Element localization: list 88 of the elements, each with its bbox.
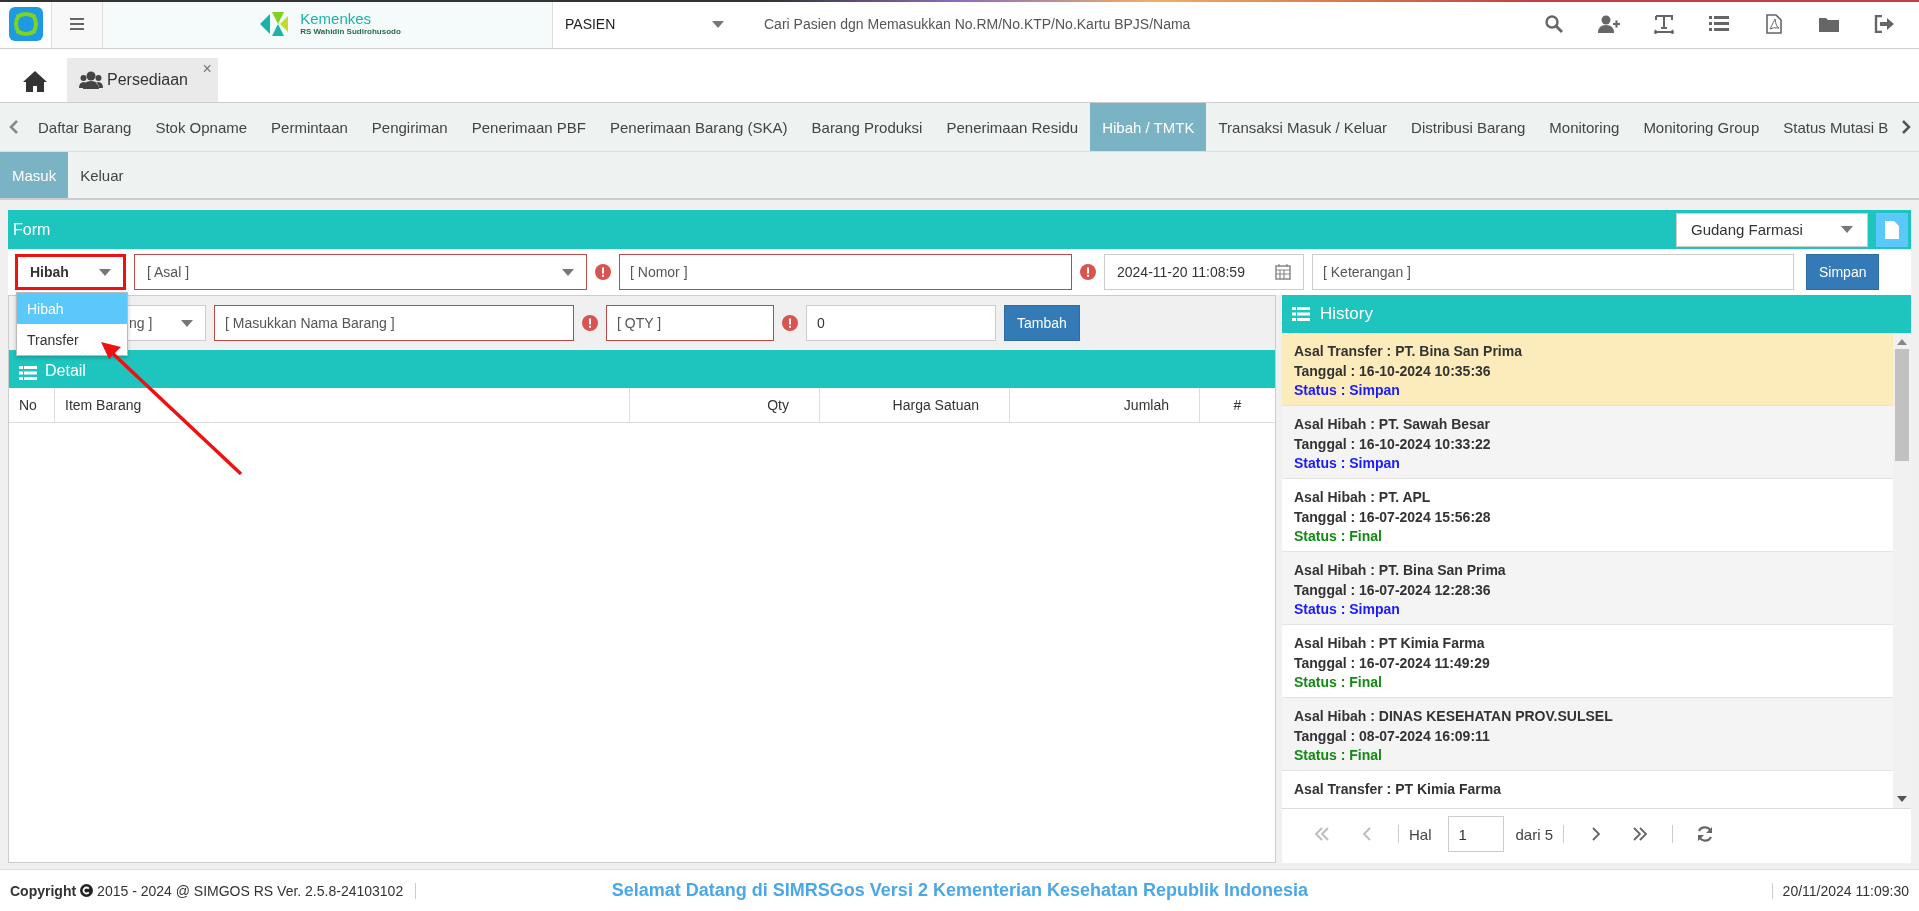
detail-title: Detail <box>45 362 86 380</box>
caret-icon <box>712 20 724 28</box>
type-select[interactable]: Hibah <box>15 254 126 290</box>
history-origin: Asal Hibah : PT. APL <box>1294 488 1432 507</box>
welcome-text: Selamat Datang di SIMRSGos Versi 2 Kementerian Kesehatan Republik Indonesia <box>610 880 1309 901</box>
history-status: Status : Simpan <box>1294 600 1401 619</box>
history-item[interactable]: Asal Hibah : DINAS KESEHATAN PROV.SULSEL Tanggal : 08-07-2024 16:09:11 Status : Final <box>1282 698 1893 771</box>
history-origin: Asal Hibah : DINAS KESEHATAN PROV.SULSEL <box>1294 707 1614 726</box>
footer-datetime: 20/11/2024 11:09:30 <box>1771 882 1909 899</box>
menu-tab[interactable]: Monitoring Group <box>1631 103 1772 151</box>
warehouse-select[interactable]: Gudang Farmasi <box>1676 212 1868 247</box>
list-icon <box>19 366 37 380</box>
sub-tab[interactable]: Keluar <box>68 152 136 198</box>
text-field[interactable]: [ QTY ] <box>606 305 774 341</box>
price-field[interactable]: 0 <box>806 305 996 341</box>
column-header: Qty <box>630 388 820 422</box>
menu-tab[interactable]: Monitoring <box>1537 103 1632 151</box>
history-status: Status : Final <box>1294 527 1383 546</box>
history-date: Tanggal : 16-10-2024 10:35:36 <box>1294 361 1492 381</box>
module-tab[interactable]: Persediaan × <box>67 58 218 102</box>
history-item[interactable]: Asal Hibah : PT. Sawah Besar Tanggal : 16-10-2024 10:33:22 Status : Simpan <box>1282 406 1893 479</box>
page-field[interactable]: 1 <box>1447 816 1504 852</box>
caret-icon <box>99 268 111 276</box>
history-status: Status : Final <box>1294 673 1383 692</box>
menu-tab[interactable]: Penerimaan Residu <box>934 103 1091 151</box>
history-date: Tanggal : 16-10-2024 10:33:22 <box>1294 434 1492 454</box>
column-header: Jumlah <box>1010 388 1200 422</box>
scroll-down-icon[interactable] <box>1897 795 1907 803</box>
logo-subtitle: RS Wahidin Sudirohusodo <box>300 27 401 37</box>
scrollbar[interactable] <box>1893 333 1911 808</box>
history-date: Tanggal : 16-07-2024 11:49:29 <box>1294 653 1491 673</box>
close-icon[interactable]: × <box>202 60 212 78</box>
history-title: History <box>1320 304 1373 324</box>
history-origin: Asal Hibah : PT Kimia Farma <box>1294 634 1486 653</box>
history-status: Status : Simpan <box>1294 381 1401 400</box>
copyright-label: Copyright <box>10 882 77 899</box>
version-text: 2015 - 2024 @ SIMGOS RS Ver. 2.5.8-24103102 <box>97 882 404 899</box>
column-header: # <box>1232 396 1243 415</box>
logo-title: Kemenkes <box>300 11 373 28</box>
column-header: No <box>9 388 55 422</box>
column-header: Harga Satuan <box>820 388 1010 422</box>
copyright-icon <box>80 884 94 897</box>
history-origin: Asal Transfer : PT Kimia Farma <box>1294 780 1502 799</box>
history-date: Tanggal : 08-07-2024 16:09:11 <box>1294 726 1491 746</box>
menu-tab[interactable]: Status Mutasi B <box>1771 103 1893 151</box>
text-field[interactable]: [ Masukkan Nama Barang ] <box>214 305 574 341</box>
column-header: Item Barang <box>55 388 630 422</box>
form-title: Form <box>12 220 51 239</box>
caret-icon <box>181 319 193 327</box>
menu-tab[interactable]: Pengiriman <box>359 103 460 151</box>
history-item[interactable]: Asal Transfer : PT. Bina San Prima Tanggal : 16-10-2024 10:35:36 Status : Simpan <box>1282 333 1893 406</box>
menu-tab[interactable]: Penerimaan Barang (SKA) <box>597 103 800 151</box>
menu-tab[interactable]: Distribusi Barang <box>1399 103 1538 151</box>
calendar-icon <box>1275 264 1291 280</box>
warning-icon <box>1080 264 1096 280</box>
date-field[interactable]: 2024-11-20 11:08:59 <box>1104 254 1304 290</box>
menu-tab[interactable]: Stok Opname <box>143 103 260 151</box>
history-status: Status : Simpan <box>1294 454 1401 473</box>
warning-icon <box>595 264 611 280</box>
history-origin: Asal Transfer : PT. Bina San Prima <box>1294 342 1523 361</box>
caret-icon <box>1841 226 1853 233</box>
page-total: dari 5 <box>1515 825 1554 843</box>
history-date: Tanggal : 16-07-2024 12:28:36 <box>1294 580 1492 600</box>
list-icon <box>1292 307 1310 321</box>
warning-icon <box>582 315 598 331</box>
menu-tab[interactable]: Daftar Barang <box>26 103 144 151</box>
history-status: Status : Final <box>1294 746 1383 765</box>
caret-icon <box>562 268 574 276</box>
menu-tab[interactable]: Transaksi Masuk / Keluar <box>1206 103 1400 151</box>
history-origin: Asal Hibah : PT. Bina San Prima <box>1294 561 1507 580</box>
dropdown-option[interactable]: Transfer <box>17 324 127 355</box>
history-item[interactable]: Asal Hibah : PT. Bina San Prima Tanggal : 16-07-2024 12:28:36 Status : Simpan <box>1282 552 1893 625</box>
page-label: Hal <box>1409 825 1432 843</box>
menu-icon[interactable] <box>52 0 103 48</box>
menu-tab[interactable]: Permintaan <box>259 103 360 151</box>
users-icon <box>79 71 103 89</box>
scroll-up-icon[interactable] <box>1897 338 1907 346</box>
menu-tab[interactable]: Penerimaan PBF <box>459 103 598 151</box>
menu-tab[interactable]: Barang Produksi <box>799 103 935 151</box>
text-field[interactable]: [ Nomor ] <box>619 254 1072 290</box>
history-date: Tanggal : 16-07-2024 15:56:28 <box>1294 507 1492 527</box>
warning-icon <box>782 315 798 331</box>
app-logo-icon <box>8 7 43 41</box>
add-button[interactable]: Tambah <box>1004 305 1080 341</box>
save-button[interactable]: Simpan <box>1806 254 1880 290</box>
asal-select[interactable]: [ Asal ] <box>134 254 587 290</box>
history-origin: Asal Hibah : PT. Sawah Besar <box>1294 415 1492 434</box>
scrollbar-thumb[interactable] <box>1895 349 1909 461</box>
